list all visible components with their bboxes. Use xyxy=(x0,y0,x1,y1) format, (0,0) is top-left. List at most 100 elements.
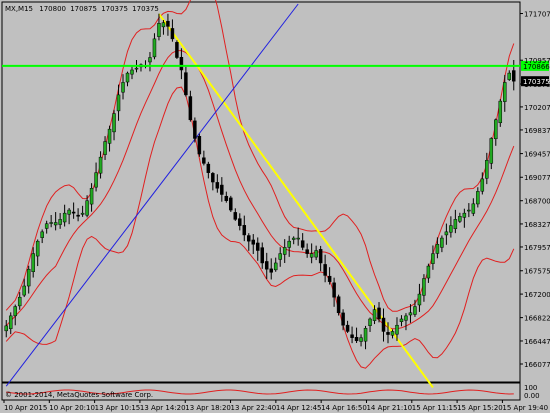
x-tick-label: 15 Apr 11:15 xyxy=(412,404,458,412)
candle-body-bull xyxy=(467,209,471,212)
candle-body-bull xyxy=(395,324,399,335)
candle-body-bear xyxy=(350,334,354,338)
subwindow-axis-label: 100 xyxy=(524,384,537,392)
candle-body-bull xyxy=(134,67,139,70)
candle-body-bear xyxy=(242,225,247,236)
x-tick-label: 13 Apr 18:20 xyxy=(185,404,231,412)
candle-body-bull xyxy=(390,331,395,336)
candle-body-bull xyxy=(148,57,152,63)
x-tick-label: 14 Apr 21:10 xyxy=(366,404,412,412)
candle-body-bear xyxy=(175,42,179,58)
candle-body-bear xyxy=(512,70,516,82)
candle-body-bear xyxy=(220,184,224,195)
candle-body-bull xyxy=(157,23,161,37)
open-value: 170800 xyxy=(39,5,66,13)
candle-body-bear xyxy=(215,182,220,189)
candle-body-bear xyxy=(233,212,238,220)
candle-body-bear xyxy=(341,312,345,326)
candle-body-bull xyxy=(489,138,494,164)
candle-body-bull xyxy=(161,22,166,28)
x-tick-label: 13 Apr 10:15 xyxy=(95,404,141,412)
candle-body-bull xyxy=(444,231,449,236)
x-tick-label: 15 Apr 15:20 xyxy=(457,404,503,412)
candle-body-bear xyxy=(229,197,233,211)
candle-body-bull xyxy=(507,72,512,80)
candle-body-bull xyxy=(372,309,377,321)
candle-body-bear xyxy=(260,247,264,264)
candle-body-bull xyxy=(449,225,453,233)
candle-body-bull xyxy=(309,253,314,258)
candle-body-bull xyxy=(49,222,53,224)
candle-body-bull xyxy=(40,231,44,238)
y-tick-label: 170957 xyxy=(524,57,550,65)
y-tick-label: 166447 xyxy=(524,338,550,346)
candle-body-bull xyxy=(98,156,103,174)
y-tick-label: 168327 xyxy=(524,221,550,229)
candle-body-bear xyxy=(188,96,193,121)
candle-body-bear xyxy=(323,264,327,276)
candle-body-bull xyxy=(116,94,121,112)
candle-body-bull xyxy=(408,312,413,316)
y-tick-label: 166822 xyxy=(524,315,550,323)
y-tick-label: 169837 xyxy=(524,127,550,135)
candle-body-bull xyxy=(404,315,408,321)
candle-body-bull xyxy=(453,219,458,229)
close-value: 170375 xyxy=(132,5,159,13)
y-tick-label: 166077 xyxy=(524,361,550,369)
candle-body-bear xyxy=(166,20,170,27)
candle-body-bull xyxy=(35,240,40,257)
candle-body-bull xyxy=(53,222,58,226)
candle-body-bear xyxy=(336,296,341,314)
candle-body-bear xyxy=(300,240,305,248)
candle-body-bull xyxy=(31,253,35,272)
candle-body-bull xyxy=(121,82,125,93)
candle-body-bear xyxy=(332,282,336,298)
candle-body-bull xyxy=(107,128,112,144)
candle-body-bull xyxy=(476,191,480,205)
x-tick-label: 10 Apr 20:10 xyxy=(49,404,95,412)
candle-body-bull xyxy=(498,100,503,124)
symbol-label: MX,M15 xyxy=(5,5,33,13)
candle-body-bear xyxy=(76,214,80,217)
candle-body-bull xyxy=(125,72,130,83)
candle-body-bull xyxy=(368,318,372,326)
candle-body-bull xyxy=(94,172,98,188)
candle-body-bull xyxy=(287,240,291,248)
y-tick-label: 167200 xyxy=(524,291,550,299)
x-tick-label: 13 Apr 14:20 xyxy=(140,404,186,412)
candle-body-bear xyxy=(211,173,215,183)
y-tick-label: 170207 xyxy=(524,104,550,112)
candle-body-bear xyxy=(377,307,381,320)
candle-body-bear xyxy=(345,324,350,332)
high-value: 170875 xyxy=(70,5,97,13)
current-price-label: 170375 xyxy=(523,78,550,86)
y-tick-label: 168700 xyxy=(524,198,550,206)
candle-body-bear xyxy=(247,235,251,242)
candle-body-bear xyxy=(238,218,242,226)
candle-body-bull xyxy=(80,212,85,215)
x-tick-label: 14 Apr 12:45 xyxy=(276,404,322,412)
candle-body-bear xyxy=(179,57,184,71)
candle-body-bear xyxy=(206,163,211,173)
candle-body-bull xyxy=(62,212,67,223)
x-tick-label: 14 Apr 16:50 xyxy=(321,404,367,412)
candle-body-bull xyxy=(296,237,300,240)
low-value: 170375 xyxy=(101,5,128,13)
candle-body-bull xyxy=(480,178,485,192)
price-chart[interactable]: 170866 171707170957170575170207169837169… xyxy=(0,0,550,413)
candle-body-bear xyxy=(184,72,188,96)
candle-body-bull xyxy=(17,296,22,307)
candle-body-bull xyxy=(503,82,507,102)
y-tick-label: 167957 xyxy=(524,244,550,252)
candle-body-bull xyxy=(435,244,440,254)
candle-body-bear xyxy=(305,249,309,254)
candle-body-bull xyxy=(314,250,318,258)
candle-body-bull xyxy=(13,306,17,317)
candle-body-bear xyxy=(269,268,273,273)
candle-body-bull xyxy=(67,209,71,215)
candle-body-bull xyxy=(471,203,476,214)
candle-body-bull xyxy=(462,212,467,218)
subwindow-axis-label: 0.00 xyxy=(524,392,540,400)
candle-body-bull xyxy=(458,216,462,222)
candle-body-bear xyxy=(354,337,359,342)
